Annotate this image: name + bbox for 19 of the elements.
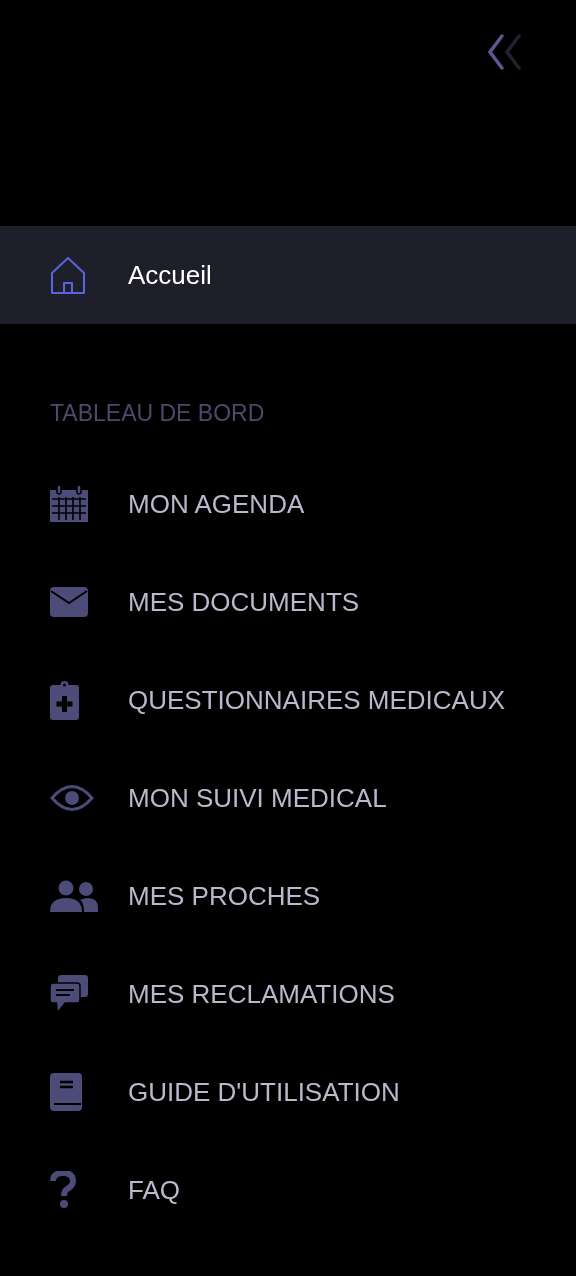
menu-item[interactable]: Accueil <box>0 226 576 324</box>
users-icon <box>50 880 98 912</box>
menu-item[interactable]: MES RECLAMATIONS <box>0 945 576 1043</box>
chat-icon <box>50 975 88 1013</box>
eye-icon <box>50 783 94 813</box>
calendar-icon <box>50 485 88 523</box>
home-icon <box>50 255 86 295</box>
menu-item[interactable]: MON SUIVI MEDICAL <box>0 749 576 847</box>
menu-item[interactable]: MES DOCUMENTS <box>0 553 576 651</box>
menu-item[interactable]: GUIDE D'UTILISATION <box>0 1043 576 1141</box>
question-icon <box>50 1171 76 1209</box>
menu-item[interactable]: MON AGENDA <box>0 455 576 553</box>
menu-item[interactable]: QUESTIONNAIRES MEDICAUX <box>0 651 576 749</box>
clipboard-medical-icon <box>50 680 80 720</box>
envelope-icon <box>50 587 88 617</box>
book-icon <box>50 1073 82 1111</box>
section-title: TABLEAU DE BORD <box>50 400 265 426</box>
menu-item[interactable]: MES PROCHES <box>0 847 576 945</box>
menu-item[interactable]: FAQ <box>0 1141 576 1239</box>
